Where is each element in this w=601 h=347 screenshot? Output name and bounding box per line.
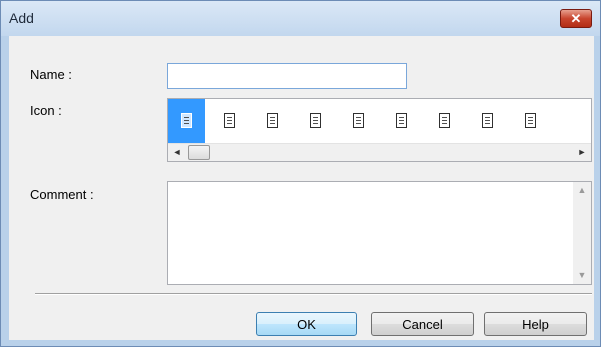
icon-option[interactable]	[426, 99, 463, 143]
icon-option[interactable]	[297, 99, 334, 143]
image-document-icon	[310, 113, 321, 128]
document-icon	[181, 113, 192, 128]
icon-label: Icon :	[30, 103, 62, 118]
icon-option[interactable]	[383, 99, 420, 143]
horizontal-scrollbar[interactable]: ◄ ►	[168, 143, 591, 161]
name-input[interactable]	[167, 63, 407, 89]
comment-label: Comment :	[30, 187, 94, 202]
scroll-left-icon[interactable]: ◄	[168, 144, 186, 161]
document-edit-icon	[439, 113, 450, 128]
ok-button[interactable]: OK	[256, 312, 357, 336]
icon-list: ◄ ►	[167, 98, 592, 162]
document-red-icon	[224, 113, 235, 128]
icon-option[interactable]	[512, 99, 549, 143]
icon-option[interactable]	[211, 99, 248, 143]
help-button[interactable]: Help	[484, 312, 587, 336]
name-label: Name :	[30, 67, 72, 82]
document-pen-icon	[267, 113, 278, 128]
a4-document-icon	[482, 113, 493, 128]
close-button[interactable]: ✕	[560, 9, 592, 28]
comment-textarea[interactable]	[168, 182, 571, 284]
vertical-scrollbar[interactable]: ▲ ▼	[573, 182, 591, 284]
scroll-down-icon[interactable]: ▼	[573, 267, 591, 284]
icon-option[interactable]	[254, 99, 291, 143]
icon-strip	[168, 99, 591, 143]
cancel-button[interactable]: Cancel	[371, 312, 474, 336]
icon-option[interactable]	[469, 99, 506, 143]
comment-field: ▲ ▼	[167, 181, 592, 285]
scroll-right-icon[interactable]: ►	[573, 144, 591, 161]
separator	[35, 293, 592, 294]
calendar-document-icon	[525, 113, 536, 128]
grid-document-icon	[396, 113, 407, 128]
close-icon: ✕	[570, 11, 582, 26]
add-dialog: Add ✕ Name : Icon : ◄ ► Comment : ▲ ▼ OK	[0, 0, 601, 347]
scroll-up-icon[interactable]: ▲	[573, 182, 591, 199]
dialog-body: Name : Icon : ◄ ► Comment : ▲ ▼ OK Cance…	[9, 36, 594, 340]
scroll-thumb[interactable]	[188, 145, 210, 160]
title-bar[interactable]: Add ✕	[1, 1, 600, 36]
document-lines-icon	[353, 113, 364, 128]
icon-option[interactable]	[340, 99, 377, 143]
icon-option[interactable]	[168, 99, 205, 143]
dialog-title: Add	[9, 10, 34, 26]
